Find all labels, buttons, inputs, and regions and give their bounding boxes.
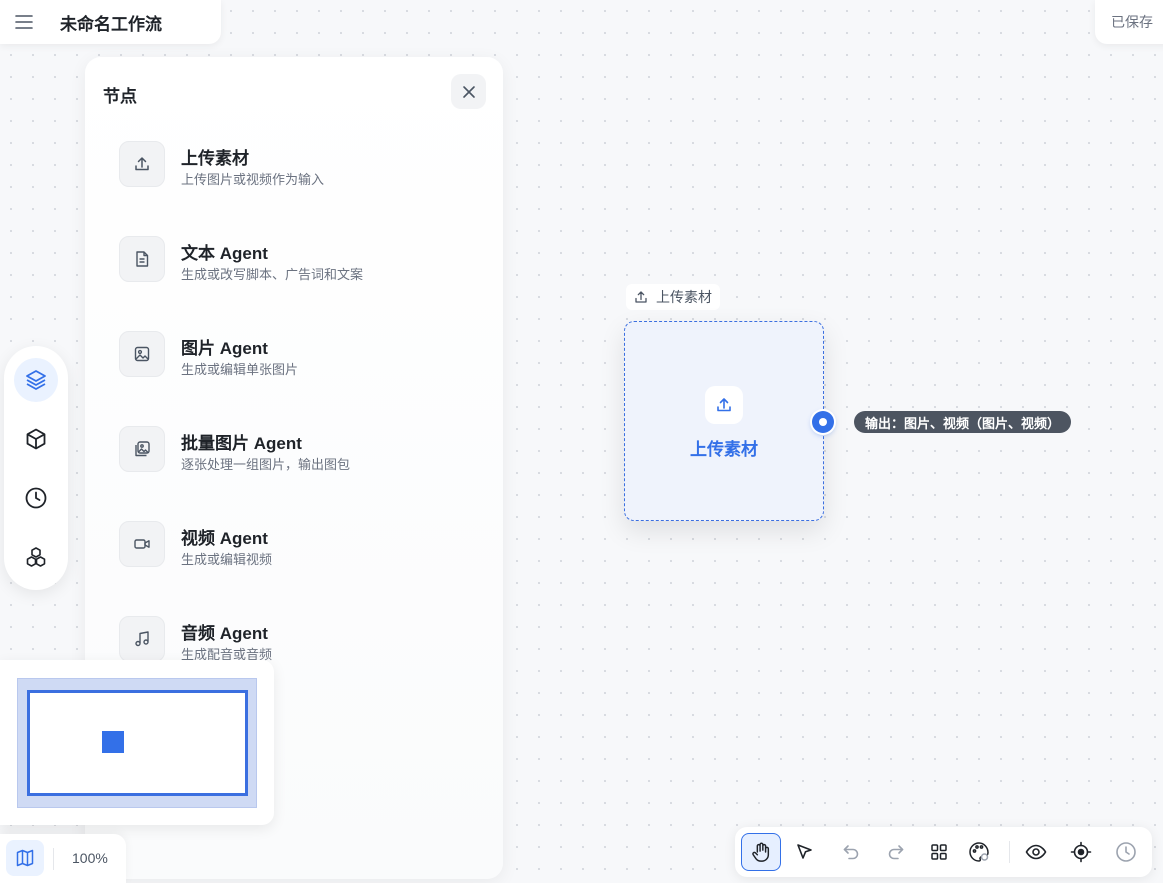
theme-button[interactable] [961,835,997,869]
preview-button[interactable] [1018,835,1054,869]
node-item-desc: 生成或编辑单张图片 [181,362,299,377]
canvas-node-label: 上传素材 [690,440,758,459]
cubes-button[interactable] [14,535,58,579]
node-item-name: 音频 Agent [181,624,268,643]
canvas-node-header-label: 上传素材 [656,289,712,305]
layout-button[interactable] [921,835,957,869]
cube-button[interactable] [14,417,58,461]
close-panel-button[interactable] [451,74,486,109]
node-item-text-agent[interactable]: 文本 Agent 生成或改写脚本、广告词和文案 [119,236,479,296]
divider [1009,841,1010,863]
divider [53,848,54,870]
canvas-node-header: 上传素材 [626,284,720,310]
node-item-upload[interactable]: 上传素材 上传图片或视频作为输入 [119,141,479,201]
node-item-desc: 生成或改写脚本、广告词和文案 [181,267,364,282]
panel-title: 节点 [103,87,137,106]
clock-icon [25,487,47,509]
grid-icon [931,844,947,860]
minimap-canvas[interactable] [17,678,257,808]
history-icon [1116,842,1136,862]
redo-icon [888,845,904,860]
history-button[interactable] [14,476,58,520]
hand-icon [752,842,770,862]
zoom-level[interactable]: 100% [72,850,108,866]
eye-icon [1025,844,1047,860]
output-tooltip: 输出：图片、视频（图片、视频） [854,411,1072,433]
hand-tool-button[interactable] [741,833,781,871]
menu-icon[interactable] [14,12,34,32]
output-port[interactable] [812,411,834,433]
pointer-icon [797,844,812,859]
bottom-toolbar [735,827,1152,877]
upload-icon [634,290,648,304]
undo-button[interactable] [833,835,869,869]
left-rail [4,346,68,590]
images-icon [119,426,165,472]
node-item-name: 视频 Agent [181,529,268,548]
node-item-video-agent[interactable]: 视频 Agent 生成或编辑视频 [119,521,479,581]
palette-icon [969,842,989,862]
node-item-name: 图片 Agent [181,339,268,358]
save-status: 已保存 [1095,0,1163,44]
node-item-desc: 逐张处理一组图片，输出图包 [181,457,351,472]
workflow-title[interactable]: 未命名工作流 [60,10,162,35]
zoom-bar: 100% [0,834,126,883]
node-item-name: 上传素材 [181,149,249,168]
cubes-icon [26,547,46,567]
history-toolbar-button[interactable] [1108,835,1144,869]
layers-button[interactable] [14,358,58,402]
upload-icon [119,141,165,187]
close-icon [462,85,475,98]
minimap-node [102,731,124,753]
undo-icon [843,845,859,860]
document-icon [119,236,165,282]
image-icon [119,331,165,377]
node-item-desc: 上传图片或视频作为输入 [181,172,325,187]
redo-button[interactable] [878,835,914,869]
canvas-node-upload[interactable]: 上传素材 [624,321,824,521]
minimap [0,660,274,825]
locate-icon [1070,841,1092,863]
upload-icon [705,386,743,424]
layers-icon [26,370,46,390]
map-icon [16,849,34,867]
node-item-name: 批量图片 Agent [181,434,302,453]
node-item-name: 文本 Agent [181,244,268,263]
node-item-desc: 生成或编辑视频 [181,552,273,567]
locate-button[interactable] [1063,835,1099,869]
video-icon [119,521,165,567]
node-item-image-agent[interactable]: 图片 Agent 生成或编辑单张图片 [119,331,479,391]
music-icon [119,616,165,662]
workflow-header: 未命名工作流 [0,0,221,44]
cube-icon [26,428,46,450]
map-toggle-button[interactable] [6,840,44,876]
node-item-batch-image-agent[interactable]: 批量图片 Agent 逐张处理一组图片，输出图包 [119,426,479,486]
minimap-viewport[interactable] [27,690,248,796]
select-tool-button[interactable] [787,835,823,869]
